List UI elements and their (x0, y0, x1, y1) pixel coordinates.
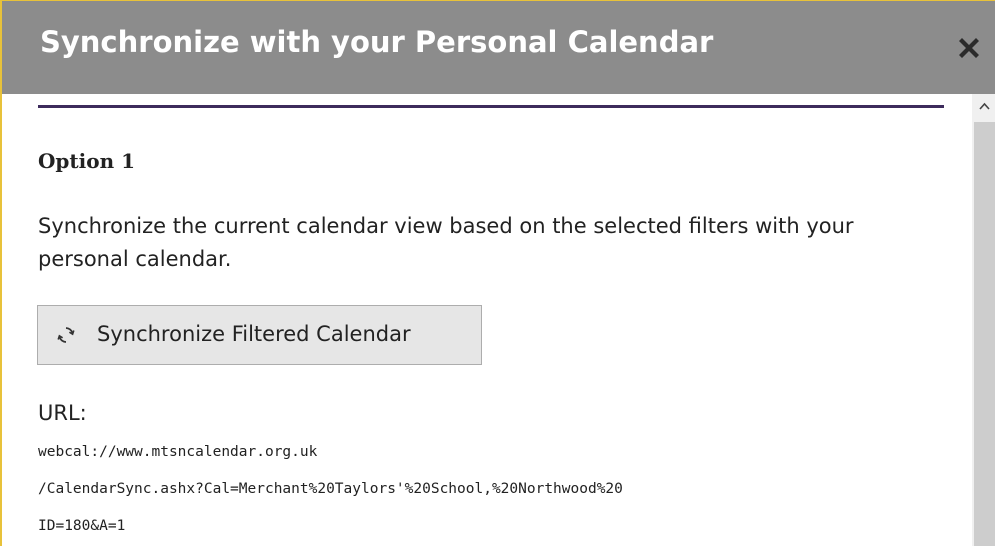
synchronize-filtered-calendar-button[interactable]: Synchronize Filtered Calendar (37, 305, 482, 365)
url-text-line: /CalendarSync.ashx?Cal=Merchant%20Taylor… (38, 481, 623, 497)
url-text-line: webcal://www.mtsncalendar.org.uk (38, 444, 318, 460)
dialog-content: Option 1 Synchronize the current calenda… (2, 94, 970, 546)
chevron-up-icon (979, 102, 990, 110)
url-text-line: ID=180&A=1 (38, 518, 126, 534)
option-description: Synchronize the current calendar view ba… (38, 214, 854, 271)
sync-icon (56, 325, 76, 345)
divider (38, 105, 944, 108)
sync-button-label: Synchronize Filtered Calendar (97, 322, 411, 346)
sync-calendar-dialog: Synchronize with your Personal Calendar … (0, 0, 995, 546)
close-icon[interactable] (954, 33, 984, 63)
scrollbar-thumb[interactable] (974, 122, 995, 546)
vertical-scrollbar[interactable] (972, 94, 995, 546)
scroll-up-button[interactable] (972, 94, 995, 120)
option-heading: Option 1 (38, 149, 136, 173)
dialog-titlebar: Synchronize with your Personal Calendar (2, 1, 995, 94)
url-label: URL: (38, 401, 87, 425)
dialog-title: Synchronize with your Personal Calendar (40, 25, 714, 59)
